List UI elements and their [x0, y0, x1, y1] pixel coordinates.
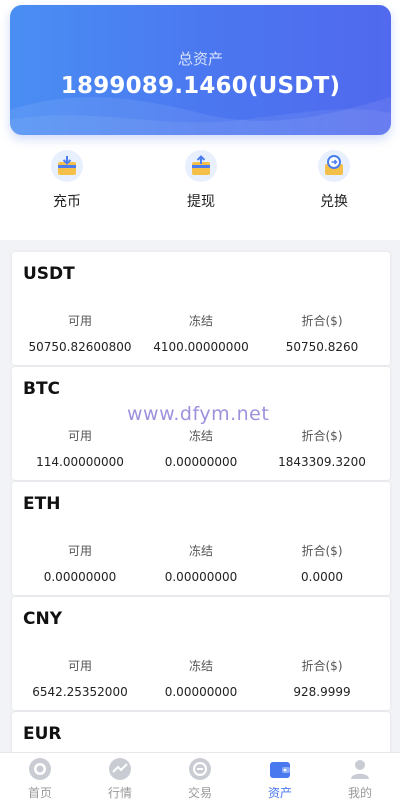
available-value: 114.00000000: [36, 455, 124, 469]
asset-card-cny[interactable]: CNY 可用 6542.25352000 冻结 0.00000000 折合($)…: [12, 597, 390, 710]
asset-name: EUR: [23, 724, 62, 744]
frozen-column: 冻结 0.00000000: [138, 542, 264, 584]
tab-assets-label: 资产: [267, 786, 292, 800]
converted-column: 折合($) 928.9999: [259, 657, 385, 699]
market-icon: [109, 758, 131, 780]
asset-summary-section: 总资产 1899089.1460(USDT) 充币 提现 兑换: [0, 0, 400, 240]
converted-label: 折合($): [301, 659, 343, 673]
frozen-column: 冻结 0.00000000: [138, 427, 264, 469]
deposit-icon: [51, 150, 83, 182]
withdraw-icon: [185, 150, 217, 182]
home-icon: [29, 758, 51, 780]
asset-name: CNY: [23, 609, 63, 629]
available-column: 可用 0.00000000: [17, 542, 143, 584]
profile-icon: [351, 760, 369, 779]
bottom-tab-bar: 首页 行情 交易 资产 我的: [0, 752, 400, 805]
available-value: 50750.82600800: [28, 340, 132, 354]
wallet-icon: [270, 762, 290, 778]
exchange-icon: [318, 150, 350, 182]
frozen-column: 冻结 4100.00000000: [138, 312, 264, 354]
frozen-value: 4100.00000000: [153, 340, 249, 354]
trade-icon: [189, 758, 211, 780]
tab-trade-label: 交易: [187, 786, 212, 800]
deposit-button[interactable]: 充币: [27, 150, 107, 212]
frozen-column: 冻结 0.00000000: [138, 657, 264, 699]
asset-page: 总资产 1899089.1460(USDT) 充币 提现 兑换 USDT 可用 …: [0, 0, 400, 805]
watermark-text: www.dfym.net: [127, 403, 270, 425]
available-value: 0.00000000: [43, 570, 117, 584]
available-column: 可用 6542.25352000: [17, 657, 143, 699]
asset-card-usdt[interactable]: USDT 可用 50750.82600800 冻结 4100.00000000 …: [12, 252, 390, 365]
available-value: 6542.25352000: [32, 685, 128, 699]
tab-assets[interactable]: 资产: [240, 757, 320, 801]
converted-value: 1843309.3200: [278, 455, 366, 469]
converted-label: 折合($): [301, 544, 343, 558]
converted-value: 0.0000: [301, 570, 343, 584]
converted-column: 折合($) 50750.8260: [259, 312, 385, 354]
available-label: 可用: [67, 659, 92, 673]
withdraw-label: 提现: [187, 194, 215, 210]
exchange-label: 兑换: [320, 194, 348, 210]
frozen-value: 0.00000000: [164, 570, 238, 584]
deposit-label: 充币: [53, 194, 81, 210]
asset-name: USDT: [23, 264, 75, 284]
tab-home[interactable]: 首页: [0, 757, 80, 801]
converted-label: 折合($): [301, 429, 343, 443]
total-assets-label: 总资产: [177, 50, 223, 68]
withdraw-button[interactable]: 提现: [161, 150, 241, 212]
available-label: 可用: [67, 544, 92, 558]
asset-name: ETH: [23, 494, 61, 514]
available-label: 可用: [67, 314, 92, 328]
total-assets-banner: 总资产 1899089.1460(USDT): [10, 5, 391, 135]
tab-market-label: 行情: [107, 786, 132, 800]
quick-actions: 充币 提现 兑换: [0, 150, 400, 220]
exchange-button[interactable]: 兑换: [294, 150, 374, 212]
frozen-value: 0.00000000: [164, 685, 238, 699]
frozen-label: 冻结: [188, 314, 213, 328]
frozen-value: 0.00000000: [164, 455, 238, 469]
total-assets-amount: 1899089.1460(USDT): [60, 73, 341, 99]
available-column: 可用 50750.82600800: [17, 312, 143, 354]
tab-profile[interactable]: 我的: [320, 757, 400, 801]
converted-column: 折合($) 0.0000: [259, 542, 385, 584]
converted-value: 50750.8260: [285, 340, 359, 354]
asset-card-eth[interactable]: ETH 可用 0.00000000 冻结 0.00000000 折合($) 0.…: [12, 482, 390, 595]
converted-label: 折合($): [301, 314, 343, 328]
converted-column: 折合($) 1843309.3200: [259, 427, 385, 469]
available-column: 可用 114.00000000: [17, 427, 143, 469]
asset-name: BTC: [23, 379, 61, 399]
converted-value: 928.9999: [293, 685, 351, 699]
tab-trade[interactable]: 交易: [160, 757, 240, 801]
frozen-label: 冻结: [188, 429, 213, 443]
tab-profile-label: 我的: [347, 786, 372, 800]
available-label: 可用: [67, 429, 92, 443]
frozen-label: 冻结: [188, 544, 213, 558]
tab-home-label: 首页: [27, 786, 52, 800]
tab-market[interactable]: 行情: [80, 757, 160, 801]
frozen-label: 冻结: [188, 659, 213, 673]
